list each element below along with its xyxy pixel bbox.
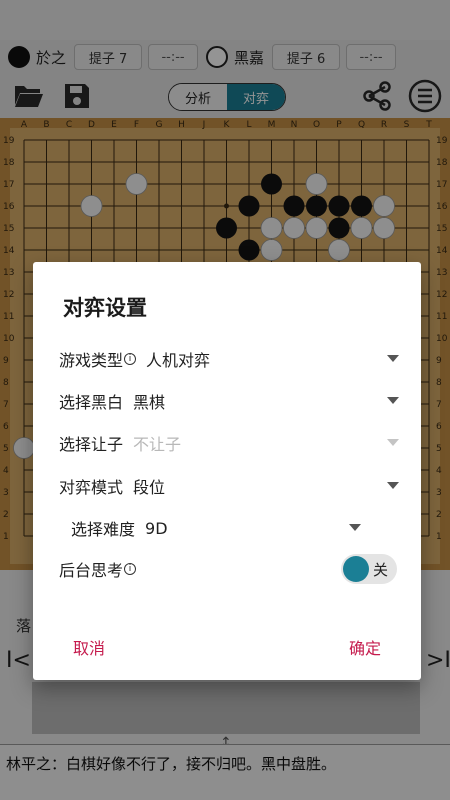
play-mode-select[interactable]: 对弈模式 段位 bbox=[59, 471, 399, 501]
background-thinking-row: 后台思考 i bbox=[59, 554, 259, 584]
chevron-down-icon bbox=[387, 482, 399, 489]
handicap-select: 选择让子 不让子 bbox=[59, 428, 399, 458]
difficulty-select[interactable]: 选择难度 9D bbox=[71, 513, 361, 543]
toggle-knob bbox=[343, 556, 369, 582]
difficulty-label: 选择难度 bbox=[71, 520, 136, 539]
color-value: 黑棋 bbox=[133, 393, 166, 412]
info-icon[interactable]: i bbox=[124, 353, 137, 365]
difficulty-value: 9D bbox=[145, 518, 168, 538]
toggle-state-text: 关 bbox=[373, 561, 389, 579]
dialog-title: 对弈设置 bbox=[63, 296, 147, 320]
game-type-value: 人机对弈 bbox=[146, 351, 211, 370]
background-thinking-toggle[interactable]: 关 bbox=[341, 554, 397, 584]
chevron-down-icon bbox=[349, 524, 361, 531]
game-type-label: 游戏类型 bbox=[59, 351, 124, 370]
cancel-button[interactable]: 取消 bbox=[73, 635, 105, 659]
chevron-down-icon bbox=[387, 397, 399, 404]
chevron-down-icon bbox=[387, 355, 399, 362]
play-mode-value: 段位 bbox=[133, 478, 166, 497]
handicap-value: 不让子 bbox=[133, 435, 182, 454]
confirm-button[interactable]: 确定 bbox=[349, 635, 381, 659]
chevron-down-icon bbox=[387, 439, 399, 446]
handicap-label: 选择让子 bbox=[59, 435, 124, 454]
play-mode-label: 对弈模式 bbox=[59, 478, 124, 497]
game-settings-dialog: 对弈设置 游戏类型 i 人机对弈 选择黑白 黑棋 选择让子 不让子 对弈模式 段… bbox=[33, 262, 421, 680]
game-type-select[interactable]: 游戏类型 i 人机对弈 bbox=[59, 344, 399, 374]
color-select[interactable]: 选择黑白 黑棋 bbox=[59, 386, 399, 416]
info-icon[interactable]: i bbox=[124, 563, 137, 575]
background-thinking-label: 后台思考 bbox=[59, 561, 124, 580]
color-label: 选择黑白 bbox=[59, 393, 124, 412]
